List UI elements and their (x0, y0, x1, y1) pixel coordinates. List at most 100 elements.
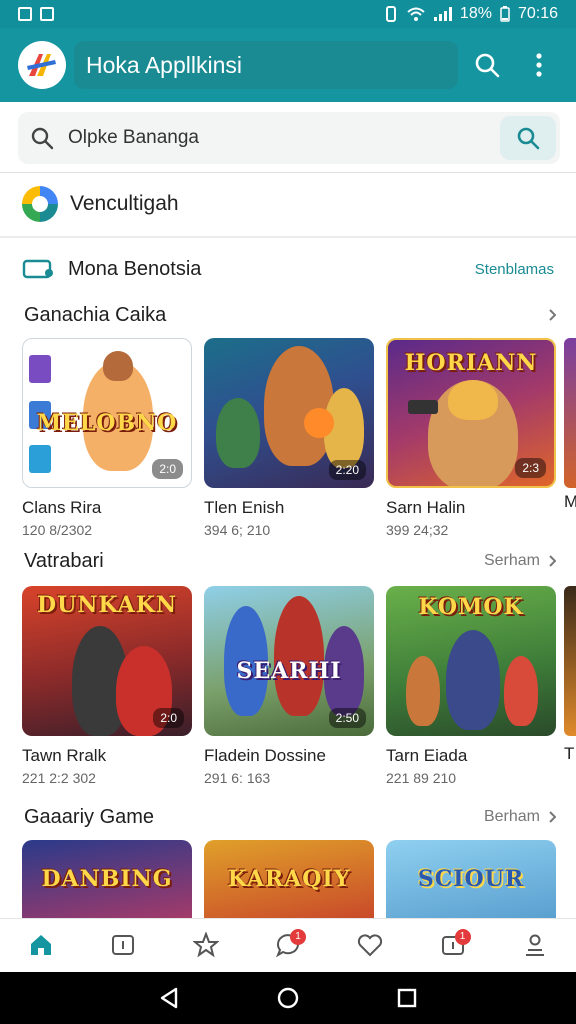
divider (0, 172, 576, 173)
section-label: Mona Benotsia (68, 257, 202, 280)
app-row: DANBING KARAQIY SCIOUR (22, 840, 556, 918)
app-thumbnail[interactable]: SEARHI 2:50 (204, 586, 374, 736)
section-row: Mona Benotsia Stenblamas (22, 250, 554, 288)
category-header[interactable]: Vatrabari Serham (24, 546, 556, 576)
notification-icons (18, 7, 54, 21)
app-card-peek[interactable] (564, 586, 576, 736)
search-icon (475, 53, 500, 78)
category-header[interactable]: Gaaariy Game Berham (24, 802, 556, 832)
app-art-title: SCIOUR (417, 866, 525, 892)
app-meta: 291 6: 163 (204, 770, 271, 786)
app-logo-icon (27, 54, 56, 76)
app-meta: 221 89 210 (386, 770, 457, 786)
back-icon[interactable] (158, 986, 180, 1010)
app-logo[interactable] (18, 41, 66, 89)
account-label: Vencultigah (70, 192, 179, 215)
profile-icon (525, 934, 544, 956)
app-name: Sarn Halin (386, 498, 466, 517)
app-name: Tlen Enish (204, 498, 285, 517)
app-card[interactable]: SEARHI 2:50 Fladein Dossine 291 6: 163 (204, 586, 374, 786)
app-card-peek[interactable] (564, 338, 576, 488)
app-card[interactable]: SCIOUR (386, 840, 556, 918)
vibrate-icon (385, 6, 396, 22)
section-link[interactable]: Stenblamas (475, 261, 554, 278)
search-bar[interactable]: Olpke Bananga (18, 112, 560, 164)
battery-level: 18% (459, 5, 492, 22)
system-navigation (0, 972, 576, 1024)
search-button[interactable] (464, 42, 510, 88)
bottom-navigation: 1 1 (0, 918, 576, 970)
app-thumbnail[interactable]: DANBING (22, 840, 192, 918)
chevron-right-icon (549, 309, 556, 321)
search-input[interactable]: Olpke Bananga (68, 127, 500, 149)
category-title: Vatrabari (24, 549, 104, 572)
search-submit-button[interactable] (500, 116, 556, 160)
app-badge: 2:0 (153, 708, 184, 728)
google-account-icon (22, 186, 58, 222)
account-row[interactable]: Vencultigah (20, 178, 179, 230)
category-title: Ganachia Caika (24, 303, 167, 326)
category-header[interactable]: Ganachia Caika (24, 300, 556, 330)
app-card[interactable]: MELOBNO 2:0 Clans Rira 120 8/2302 (22, 338, 192, 538)
category-more[interactable]: Serham (484, 552, 556, 570)
app-card[interactable]: KOMOK Tarn Eiada 221 89 210 (386, 586, 556, 786)
nav-favorites[interactable] (350, 925, 390, 965)
wallet-icon (22, 259, 53, 279)
updates-badge: 1 (454, 928, 471, 945)
category-more[interactable] (540, 309, 556, 321)
app-thumbnail[interactable]: SCIOUR (386, 840, 556, 918)
nav-library[interactable] (103, 925, 143, 965)
messages-badge: 1 (289, 928, 306, 945)
category-more[interactable]: Berham (484, 808, 556, 826)
category-more-label: Serham (483, 552, 540, 569)
app-art-title: KOMOK (418, 594, 524, 620)
overflow-menu-button[interactable] (516, 42, 562, 88)
chevron-right-icon (549, 555, 556, 567)
app-name: Tawn Rralk (22, 746, 107, 765)
more-vert-icon (536, 53, 542, 77)
nav-updates[interactable]: 1 (433, 925, 473, 965)
app-badge: 2:20 (328, 460, 366, 480)
divider (0, 236, 576, 238)
app-thumbnail[interactable]: HORIANN 2:3 (386, 338, 556, 488)
status-bar: 18% 70:16 (0, 0, 576, 28)
app-thumbnail[interactable]: KARAQIY (204, 840, 374, 918)
clock: 70:16 (517, 5, 558, 22)
app-art-title: MELOBNO (36, 410, 178, 437)
app-row: DUNKAKN 2:0 Tawn Rralk 221 2:2 302 SEARH… (22, 586, 556, 786)
search-icon (517, 127, 540, 150)
app-thumbnail[interactable]: DUNKAKN 2:0 (22, 586, 192, 736)
wifi-icon (407, 7, 425, 21)
app-art-title: KARAQIY (227, 866, 351, 892)
app-card[interactable]: DANBING (22, 840, 192, 918)
app-badge: 2:50 (328, 708, 366, 728)
app-meta: 399 24;32 (386, 522, 449, 538)
notification-icon (18, 7, 32, 21)
app-meta: 394 6; 210 (204, 522, 271, 538)
category-more-label: Berham (483, 808, 540, 825)
nav-messages[interactable]: 1 (268, 925, 308, 965)
recents-icon[interactable] (396, 987, 418, 1009)
app-card[interactable]: HORIANN 2:3 Sarn Halin 399 24;32 (386, 338, 556, 538)
app-thumbnail[interactable]: 2:20 (204, 338, 374, 488)
app-card[interactable]: KARAQIY (204, 840, 374, 918)
app-bar: Hoka Appllkinsi (0, 28, 576, 102)
home-circle-icon[interactable] (276, 986, 300, 1010)
app-art-title: SEARHI (236, 658, 342, 684)
nav-home[interactable] (21, 925, 61, 965)
app-badge: 2:3 (515, 458, 546, 478)
app-card[interactable]: DUNKAKN 2:0 Tawn Rralk 221 2:2 302 (22, 586, 192, 786)
app-meta: 221 2:2 302 (22, 770, 96, 786)
app-thumbnail[interactable]: MELOBNO 2:0 (22, 338, 192, 488)
app-thumbnail[interactable]: KOMOK (386, 586, 556, 736)
app-name: Clans Rira (22, 498, 102, 517)
nav-games[interactable] (186, 925, 226, 965)
search-icon (31, 127, 54, 150)
app-meta: 120 8/2302 (22, 522, 93, 538)
nav-profile[interactable] (515, 925, 555, 965)
app-name-peek: M (564, 492, 576, 511)
app-card[interactable]: 2:20 Tlen Enish 394 6; 210 (204, 338, 374, 538)
app-art-title: DANBING (41, 866, 173, 892)
battery-icon (500, 6, 510, 22)
notification-icon (40, 7, 54, 21)
